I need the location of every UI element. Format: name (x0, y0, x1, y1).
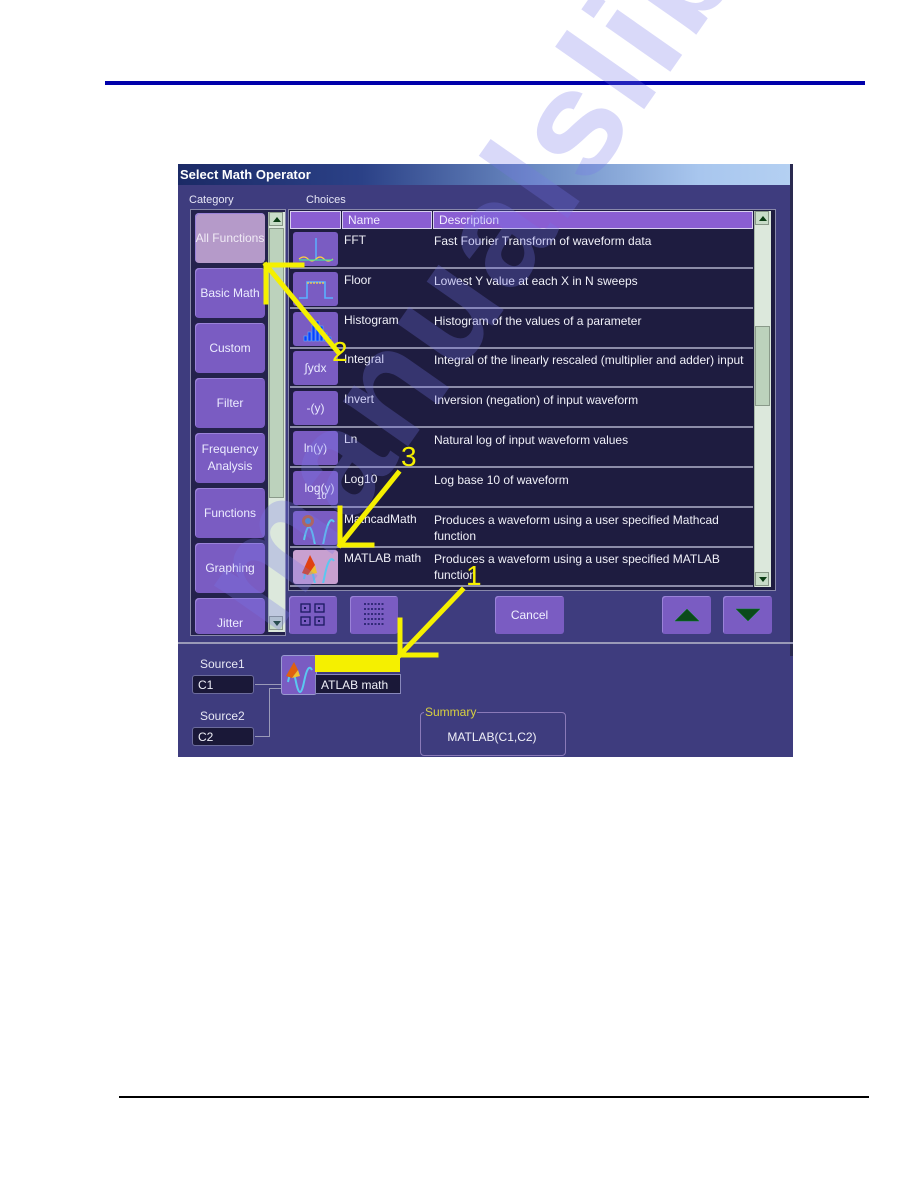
choice-description: Integral of the linearly rescaled (multi… (434, 353, 744, 368)
choice-name: MathcadMath (344, 511, 417, 526)
choice-name: Histogram (344, 312, 399, 327)
choices-scrollbar[interactable] (754, 211, 771, 587)
choice-row-floor[interactable]: Floor Lowest Y value at each X in N sweep… (290, 270, 753, 309)
choice-name: MATLAB math (344, 551, 422, 566)
annotation-number-2: 2 (332, 336, 348, 367)
icon-label: ln(y) (303, 441, 328, 455)
choices-scroll-down-button[interactable] (755, 572, 769, 586)
choices-label: Choices (306, 194, 346, 206)
source2-field[interactable]: C2 (192, 727, 254, 746)
choice-row-integral[interactable]: ∫ydx Integral Integral of the linearly res… (290, 349, 753, 389)
operator-button[interactable] (281, 655, 317, 695)
select-math-operator-dialog: Select Math Operator Category Choices Al… (178, 164, 793, 757)
choice-row-log10[interactable]: log(y) 10 Log10 Log base 10 of waveform (290, 469, 753, 508)
category-scroll-up-button[interactable] (269, 212, 283, 226)
category-all-functions[interactable]: All Functions (195, 213, 265, 263)
dialog-title: Select Math Operator (178, 164, 791, 185)
category-graphing[interactable]: Graphing (195, 543, 265, 593)
choice-description: Produces a waveform using a user specifi… (434, 512, 719, 543)
source2-wire (255, 736, 269, 737)
invert-icon[interactable]: -(y) (293, 391, 338, 426)
matlab-icon[interactable] (293, 550, 338, 585)
choice-name: Ln (344, 432, 358, 446)
annotation-number-1: 1 (466, 560, 482, 591)
choice-description: Produces a waveform using a user specifi… (434, 552, 720, 583)
category-custom[interactable]: Custom (195, 323, 265, 373)
source1-label: Source1 (200, 657, 245, 671)
icon-subscript: 10 (316, 490, 327, 501)
choice-description: Lowest Y value at each X in N sweeps (434, 273, 638, 288)
annotation-number-3: 3 (401, 441, 417, 472)
header-rule (105, 81, 865, 85)
log10-icon[interactable]: log(y) 10 (293, 470, 338, 505)
section-divider (178, 642, 793, 644)
choice-name: Integral (344, 352, 385, 367)
category-list: All Functions Basic Math Custom Filter F… (190, 209, 286, 636)
footer-rule (119, 1096, 869, 1098)
category-frequency-analysis[interactable]: Frequency Analysis (195, 433, 265, 483)
source1-field[interactable]: C1 (192, 675, 254, 694)
mathcad-icon[interactable] (293, 510, 338, 545)
source2-label: Source2 (200, 709, 245, 723)
category-basic-math[interactable]: Basic Math (195, 268, 265, 318)
page-up-button[interactable] (662, 596, 711, 634)
choice-description: Histogram of the values of a parameter (434, 313, 642, 328)
choice-row-fft[interactable]: FFT Fast Fourier Transform of waveform da… (290, 230, 753, 269)
choice-row-ln[interactable]: ln(y) Ln Natural log of input waveform val… (290, 429, 753, 468)
choice-description: Natural log of input waveform values (434, 433, 629, 447)
choices-scroll-thumb[interactable] (755, 326, 770, 406)
category-filter[interactable]: Filter (195, 378, 265, 428)
list-view-icon (364, 603, 385, 625)
column-header-icon[interactable] (290, 211, 341, 229)
icon-label: -(y) (306, 401, 325, 416)
summary-label: Summary (424, 705, 478, 719)
fft-icon[interactable] (293, 232, 338, 266)
list-view-button[interactable] (350, 596, 398, 634)
choice-row-matlab-math[interactable]: MATLAB math Produces a waveform using a u… (290, 548, 753, 588)
page-down-button[interactable] (723, 596, 772, 634)
column-header-name[interactable]: Name (342, 211, 432, 229)
choice-name: Invert (344, 392, 375, 407)
triangle-up-icon (673, 608, 700, 622)
matlab-icon (286, 662, 313, 693)
column-header-description[interactable]: Description (433, 211, 753, 229)
source2-wire-vertical (269, 688, 270, 737)
choice-row-mathcadmath[interactable]: MathcadMath Produces a waveform using a u… (290, 509, 753, 548)
category-scrollbar[interactable] (268, 212, 285, 632)
grid-view-button[interactable] (289, 596, 337, 634)
choice-name: Floor (344, 272, 372, 287)
category-scroll-thumb[interactable] (269, 228, 284, 498)
choice-description: Fast Fourier Transform of waveform data (434, 234, 652, 248)
operator-name-field[interactable]: ATLAB math (315, 674, 401, 694)
icon-label: ∫ydx (304, 361, 327, 376)
dialog-border (790, 164, 793, 656)
choice-description: Inversion (negation) of input waveform (434, 393, 639, 408)
choices-scroll-up-button[interactable] (755, 211, 769, 225)
choice-description: Log base 10 of waveform (434, 472, 569, 487)
floor-icon[interactable] (293, 271, 338, 306)
category-scroll-down-button[interactable] (269, 616, 283, 630)
choice-row-invert[interactable]: -(y) Invert Inversion (negation) of input … (290, 389, 753, 429)
choice-name: FFT (344, 233, 366, 247)
category-functions[interactable]: Functions (195, 488, 265, 538)
summary-value: MATLAB(C1,C2) (447, 730, 537, 744)
choice-name: Log10 (344, 471, 378, 486)
ln-icon[interactable]: ln(y) (293, 431, 338, 465)
cancel-button[interactable]: Cancel (495, 596, 564, 634)
category-label: Category (189, 194, 234, 206)
source1-wire (255, 684, 282, 685)
choice-row-histogram[interactable]: Histogram Histogram of the values of a pa… (290, 310, 753, 349)
category-jitter[interactable]: Jitter (195, 598, 265, 634)
grid-view-icon (300, 603, 325, 626)
choices-table: Name Description FFT Fast Fourier Transfo… (288, 209, 776, 591)
triangle-down-icon (734, 608, 761, 622)
